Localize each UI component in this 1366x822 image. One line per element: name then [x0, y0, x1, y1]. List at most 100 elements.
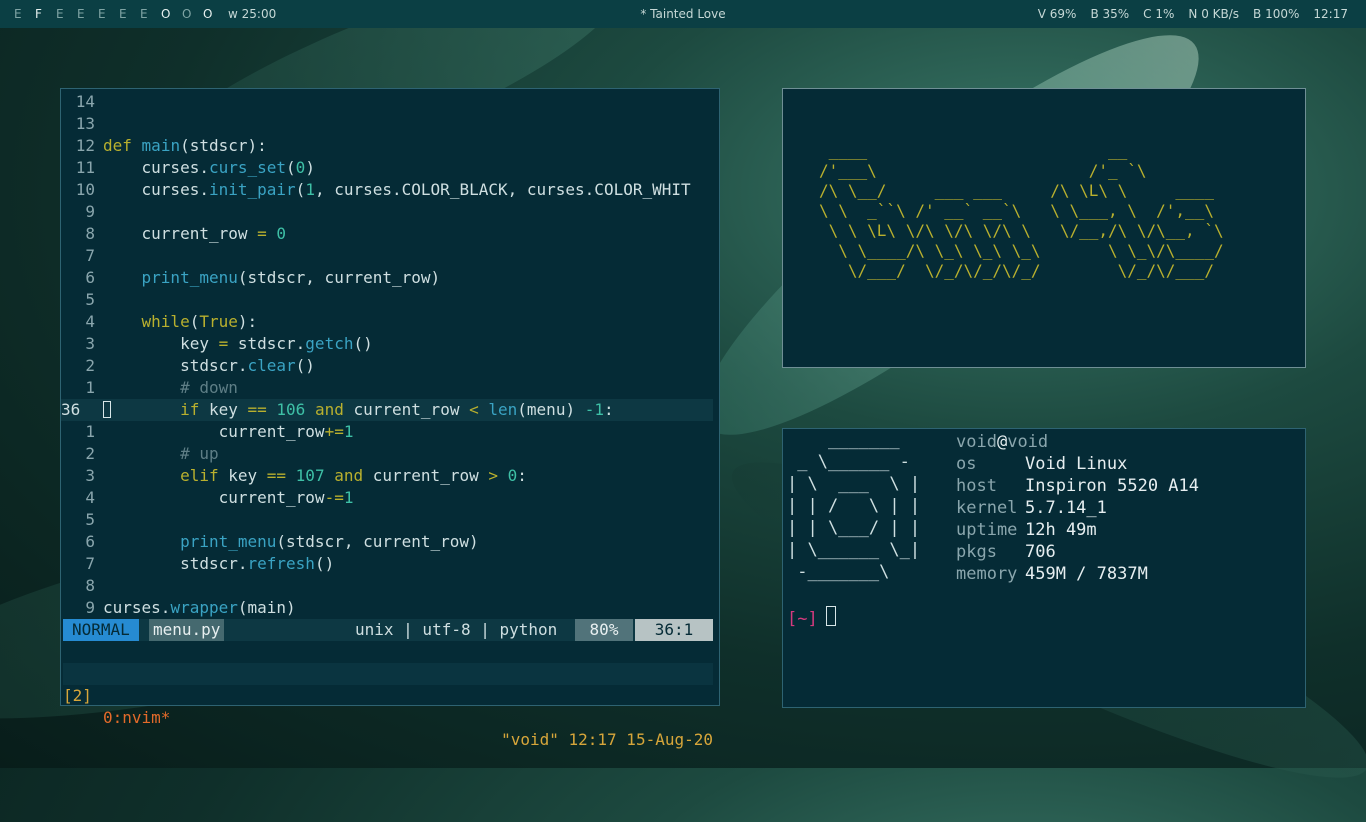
info-key: pkgs [956, 542, 997, 562]
code-line[interactable]: 8 [61, 575, 721, 597]
system-info: void@void os Void Linux host Inspiron 5520… [956, 431, 1199, 585]
code-line[interactable]: 5 [61, 289, 721, 311]
void-logo: _______ _ \______ - | \ ___ \ | | | / \ … [787, 430, 921, 582]
info-row-host: host Inspiron 5520 A14 [956, 475, 1199, 497]
code-line[interactable]: 10 curses.init_pair(1, curses.COLOR_BLAC… [61, 179, 721, 201]
info-key: memory [956, 564, 1018, 584]
code-text: def main(stdscr): [103, 136, 267, 155]
fetch-terminal-window[interactable]: _______ _ \______ - | \ ___ \ | | | / \ … [782, 428, 1306, 708]
line-number: 6 [85, 532, 95, 551]
mode-indicator: NORMAL [63, 619, 139, 641]
user-host: void@void [956, 431, 1199, 453]
tmux-window[interactable]: 0:nvim* [103, 707, 170, 729]
info-value: 459M / 7837M [1025, 564, 1148, 584]
code-text: stdscr.clear() [103, 356, 315, 375]
line-number: 1 [85, 422, 95, 441]
code-line[interactable]: 11 curses.curs_set(0) [61, 157, 721, 179]
tmux-host-time: "void" 12:17 15-Aug-20 [501, 730, 713, 749]
tmux-session-index: [2] [63, 686, 92, 705]
line-number: 5 [85, 290, 95, 309]
line-number: 3 [85, 466, 95, 485]
code-line[interactable]: 1 current_row+=1 [61, 421, 721, 443]
battery-stat: B 100% [1253, 7, 1300, 21]
code-buffer[interactable]: 14 13 12 def main(stdscr): 11 curses.curs_se… [61, 91, 721, 619]
code-line[interactable]: 12 def main(stdscr): [61, 135, 721, 157]
fetch-user: void [956, 432, 997, 452]
clock: 12:17 [1313, 7, 1348, 21]
network-stat: N 0 KB/s [1188, 7, 1240, 21]
system-stats: V 69% B 35% C 1% N 0 KB/s B 100% 12:17 [1038, 7, 1348, 21]
code-line[interactable]: 9 [61, 201, 721, 223]
info-row-os: os Void Linux [956, 453, 1199, 475]
code-line[interactable]: 7 stdscr.refresh() [61, 553, 721, 575]
code-text: if key == 106 and current_row < len(menu… [180, 400, 614, 419]
code-line[interactable]: 1 # down [61, 377, 721, 399]
code-line[interactable]: 8 current_row = 0 [61, 223, 721, 245]
line-number: 6 [85, 268, 95, 287]
top-bar: E F E E E E E O O O w 25:00 * Tainted Lo… [0, 0, 1366, 28]
code-text: curses.curs_set(0) [103, 158, 315, 177]
line-number: 1 [85, 378, 95, 397]
code-line[interactable]: 5 [61, 509, 721, 531]
code-line[interactable]: 2 stdscr.clear() [61, 355, 721, 377]
line-number: 4 [85, 488, 95, 507]
line-number: 10 [75, 180, 95, 199]
line-number: 5 [85, 510, 95, 529]
info-value: 706 [1025, 542, 1056, 562]
code-line[interactable]: 7 [61, 245, 721, 267]
code-text: curses.init_pair(1, curses.COLOR_BLACK, … [103, 180, 691, 199]
line-number: 8 [85, 224, 95, 243]
nvim-statusline: NORMAL menu.py unix | utf-8 | python 80%… [63, 619, 713, 641]
line-number: 14 [75, 92, 95, 111]
tmux-statusbar: [2] 0:nvim* "void" 12:17 15-Aug-20 [63, 663, 713, 749]
brightness-stat: B 35% [1090, 7, 1130, 21]
scroll-percent: 80% [575, 619, 633, 641]
code-text: current_row-=1 [103, 488, 354, 507]
code-line[interactable]: 4 while(True): [61, 311, 721, 333]
code-text: print_menu(stdscr, current_row) [141, 268, 441, 287]
file-name: menu.py [149, 619, 225, 641]
code-line[interactable]: 6 print_menu(stdscr, current_row) [61, 267, 721, 289]
line-number: 36 [61, 400, 81, 419]
code-line-current[interactable]: 36 if key == 106 and current_row < len(m… [61, 399, 713, 421]
code-text: elif key == 107 and current_row > 0: [180, 466, 527, 485]
line-number: 9 [85, 598, 95, 617]
info-value: Void Linux [1025, 454, 1128, 474]
ascii-art-text: ____ __ /'___\ /'_ `\ /\ \__/ ___ ___ /\… [819, 141, 1224, 280]
line-number: 7 [85, 246, 95, 265]
nvim-terminal-window[interactable]: 14 13 12 def main(stdscr): 11 curses.curs_se… [60, 88, 721, 749]
code-line[interactable]: 6 print_menu(stdscr, current_row) [61, 531, 721, 553]
info-value: 5.7.14_1 [1025, 498, 1107, 518]
info-row-kernel: kernel 5.7.14_1 [956, 497, 1199, 519]
info-key: kernel [956, 498, 1018, 518]
code-line[interactable]: 14 [61, 91, 721, 113]
code-text: # down [180, 378, 238, 397]
info-key: host [956, 476, 997, 496]
cursor-position: 36:1 [635, 619, 713, 641]
line-number: 12 [75, 136, 95, 155]
code-line[interactable]: 13 [61, 113, 721, 135]
code-line[interactable]: 2 # up [61, 443, 721, 465]
code-line[interactable]: 3 key = stdscr.getch() [61, 333, 721, 355]
code-text: current_row+=1 [103, 422, 354, 441]
line-number: 11 [75, 158, 95, 177]
volume-stat: V 69% [1037, 7, 1077, 21]
info-key: uptime [956, 520, 1018, 540]
line-number: 4 [85, 312, 95, 331]
code-text: # up [180, 444, 219, 463]
editor-cursor [103, 401, 111, 418]
line-number: 9 [85, 202, 95, 221]
info-row-memory: memory 459M / 7837M [956, 563, 1199, 585]
info-value: 12h 49m [1025, 520, 1097, 540]
code-text: curses.wrapper(main) [103, 598, 296, 617]
code-text: while(True): [141, 312, 258, 331]
fetch-host: void [1007, 432, 1049, 452]
code-line[interactable]: 9 curses.wrapper(main) [61, 597, 721, 619]
ascii-art-terminal-window[interactable]: ____ __ /'___\ /'_ `\ /\ \__/ ___ ___ /\… [782, 88, 1306, 368]
terminal-cursor[interactable] [826, 606, 836, 626]
code-text: print_menu(stdscr, current_row) [180, 532, 479, 551]
code-line[interactable]: 3 elif key == 107 and current_row > 0: [61, 465, 721, 487]
at-sign: @ [996, 432, 1008, 452]
code-line[interactable]: 4 current_row-=1 [61, 487, 721, 509]
cpu-stat: C 1% [1143, 7, 1175, 21]
